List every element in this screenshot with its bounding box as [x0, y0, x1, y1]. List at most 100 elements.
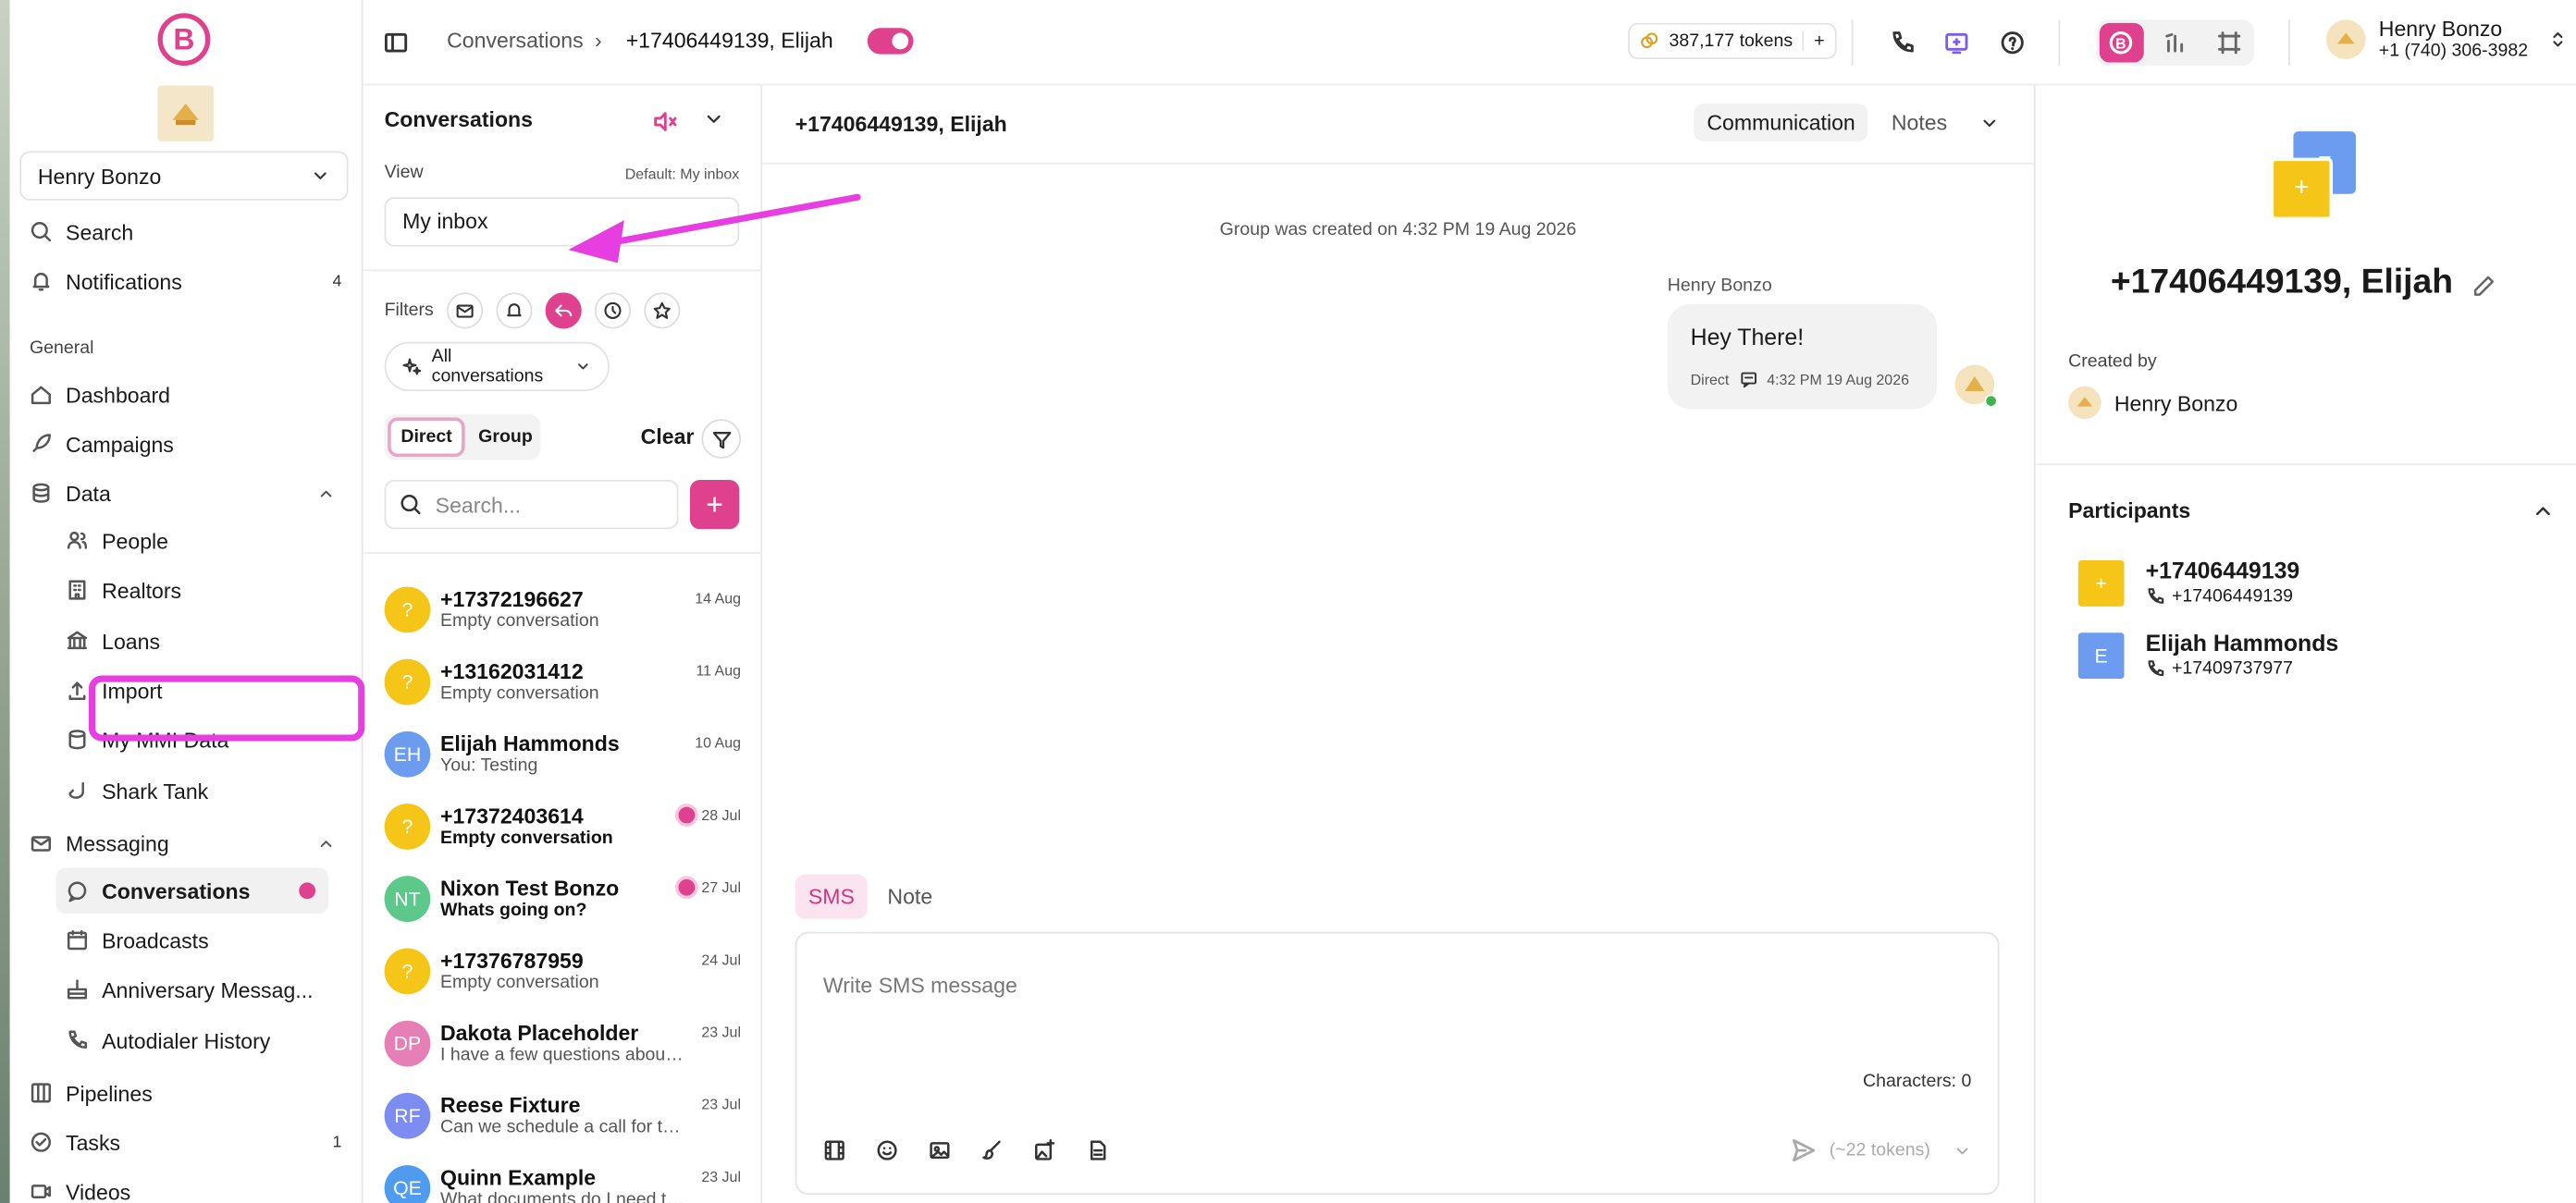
emoji-icon[interactable] [876, 1139, 899, 1162]
notifications-count: 4 [332, 272, 342, 290]
tab-notes[interactable]: Notes [1879, 104, 1961, 141]
help-icon[interactable] [2000, 30, 2026, 55]
filter-clock-button[interactable] [594, 292, 632, 329]
composer-toolbar [823, 1138, 1109, 1162]
message-composer[interactable]: Write SMS message Characters: 0 (~22 tok… [795, 931, 2000, 1196]
participant-phone-number: +17409737977 [2172, 658, 2293, 680]
breadcrumb-separator: › [594, 28, 602, 53]
message-time: 4:32 PM 19 Aug 2026 [1767, 370, 1909, 387]
breadcrumb-current: +17406449139, Elijah [625, 28, 833, 53]
tab-group[interactable]: Group [469, 417, 543, 457]
sidebar-item-dashboard[interactable]: Dashboard [19, 372, 348, 418]
participant-phone-number: +17406449139 [2172, 586, 2293, 607]
sidebar-item-campaigns[interactable]: Campaigns [19, 421, 348, 467]
sidebar-item-shark-tank[interactable]: Shark Tank [55, 767, 335, 814]
filter-mail-button[interactable] [447, 292, 484, 329]
avatar [2325, 18, 2366, 59]
sidebar-item-anniversary[interactable]: Anniversary Messag... [55, 966, 335, 1013]
chevron-down-icon[interactable] [1954, 1141, 1972, 1160]
sidebar-item-notifications[interactable]: Notifications 4 [19, 258, 348, 304]
conversation-preview: What documents do I need to ... [439, 1189, 687, 1203]
image-plus-icon[interactable] [1033, 1138, 1056, 1162]
online-indicator [1984, 394, 1998, 408]
breadcrumb-root[interactable]: Conversations [447, 28, 584, 53]
tab-note[interactable]: Note [874, 875, 945, 919]
conversation-list-item[interactable]: QE Quinn Example What documents do I need … [384, 1165, 741, 1203]
search-input[interactable]: Search... [436, 492, 521, 517]
conversation-list-item[interactable]: RF Reese Fixture Can we schedule a call fo… [384, 1092, 741, 1165]
sidebar-item-search[interactable]: Search [19, 209, 348, 255]
conversation-list-item[interactable]: ? +17372403614 Empty conversation 28 Jul [384, 804, 741, 876]
participant-row[interactable]: + +17406449139 +17406449139 [2077, 558, 2538, 617]
sidebar-item-label: Campaigns [66, 431, 174, 457]
conversation-search[interactable]: Search... [384, 479, 679, 530]
avatar: QE [384, 1165, 431, 1203]
sidebar-item-realtors[interactable]: Realtors [55, 567, 335, 613]
brand-logo[interactable]: B [157, 13, 211, 67]
tab-direct[interactable]: Direct [388, 417, 465, 458]
users-icon [67, 531, 88, 549]
tab-sms[interactable]: SMS [795, 874, 869, 919]
sidebar-item-label: Data [66, 480, 111, 506]
participant-phone: +17406449139 [2146, 586, 2293, 607]
film-icon[interactable] [823, 1139, 846, 1162]
panel-title: Conversations [384, 106, 534, 132]
avatar: EH [384, 730, 431, 778]
filter-star-button[interactable] [644, 292, 681, 329]
clear-filters-button[interactable]: Clear [641, 424, 695, 449]
sidebar-item-people[interactable]: People [55, 518, 335, 564]
status-toggle[interactable] [867, 28, 914, 55]
conversation-list-item[interactable]: ? +13162031412 Empty conversation 11 Aug [384, 658, 741, 731]
chevron-down-icon[interactable] [1980, 113, 2000, 132]
account-selector[interactable]: Henry Bonzo [19, 151, 349, 201]
chevron-down-icon[interactable] [703, 108, 724, 129]
mode-frame-button[interactable] [2207, 23, 2250, 63]
sidebar-item-tasks[interactable]: Tasks 1 [19, 1119, 348, 1165]
pencil-icon[interactable] [2472, 275, 2496, 298]
sidebar-item-broadcasts[interactable]: Broadcasts [55, 917, 335, 964]
chevron-up-icon[interactable] [2532, 499, 2555, 522]
sidebar-item-loans[interactable]: Loans [55, 618, 335, 664]
conversation-list-item[interactable]: ? +17372196627 Empty conversation 14 Aug [384, 586, 741, 658]
sidebar-item-conversations[interactable]: Conversations [55, 867, 329, 915]
document-icon[interactable] [1086, 1139, 1109, 1162]
avatar: ? [384, 658, 431, 706]
section-label-general: General [29, 338, 94, 359]
sidebar-toggle-icon[interactable] [383, 30, 409, 55]
participant-row[interactable]: E Elijah Hammonds +17409737977 [2077, 629, 2538, 689]
advanced-filter-button[interactable] [701, 419, 742, 459]
phone-icon[interactable] [1890, 30, 1916, 55]
participant-name: Elijah Hammonds [2145, 629, 2339, 657]
sidebar-item-data[interactable]: Data [19, 470, 348, 516]
mode-analytics-button[interactable] [2153, 23, 2197, 63]
sidebar-item-autodialer[interactable]: Autodialer History [55, 1017, 335, 1063]
user-menu[interactable]: Henry Bonzo +1 (740) 306-3982 [2325, 16, 2568, 61]
sidebar-item-messaging[interactable]: Messaging [19, 820, 348, 866]
sidebar-item-pipelines[interactable]: Pipelines [19, 1070, 348, 1116]
organization-logo [157, 85, 214, 141]
mute-icon[interactable] [652, 108, 678, 134]
conversation-scope-select[interactable]: All conversations [384, 341, 610, 391]
mode-bonzo-button[interactable]: B [2099, 22, 2144, 63]
sidebar-item-label: Autodialer History [102, 1027, 271, 1053]
conversation-date: 27 Jul [701, 878, 742, 896]
add-tokens-button[interactable]: + [1802, 31, 1825, 52]
scope-label: All conversations [431, 347, 544, 387]
sidebar-item-videos[interactable]: Videos [19, 1169, 348, 1203]
ai-monitor-icon[interactable] [1943, 30, 1969, 55]
participants-title: Participants [2068, 497, 2191, 523]
conversation-list-item[interactable]: NT Nixon Test Bonzo Whats going on? 27 Jul [384, 876, 742, 948]
user-name: Henry Bonzo [2378, 16, 2503, 42]
new-conversation-button[interactable]: + [689, 479, 740, 530]
composer-input[interactable]: Write SMS message [823, 973, 1017, 998]
filter-reply-button[interactable] [545, 292, 582, 329]
conversation-list-item[interactable]: ? +17376787959 Empty conversation 24 Jul [384, 948, 741, 1021]
conversation-list-item[interactable]: DP Dakota Placeholder I have a few questio… [384, 1020, 741, 1093]
chevron-up-icon [320, 840, 332, 847]
tab-communication[interactable]: Communication [1694, 103, 1869, 141]
brush-icon[interactable] [980, 1139, 1004, 1162]
image-icon[interactable] [928, 1139, 951, 1162]
conversation-list-item[interactable]: EH Elijah Hammonds You: Testing 10 Aug [384, 730, 741, 804]
send-icon[interactable] [1790, 1137, 1816, 1163]
filter-bell-button[interactable] [496, 292, 533, 329]
